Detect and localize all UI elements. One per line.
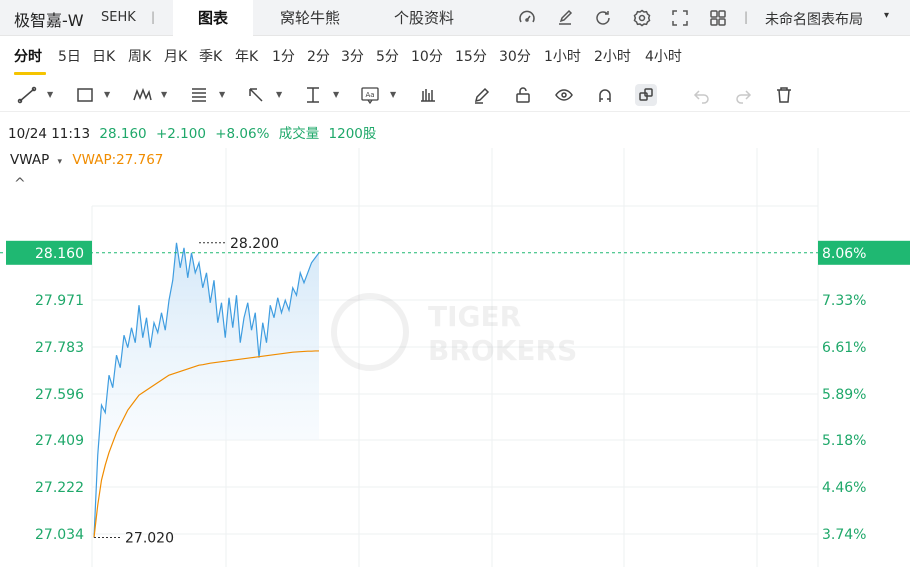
stock-exchange: SEHK: [101, 10, 136, 25]
price-area: [94, 242, 319, 538]
tab-warrants[interactable]: 窝轮牛熊: [258, 0, 362, 36]
period-daily[interactable]: 日K: [92, 46, 115, 66]
chevron-down-icon[interactable]: ▾: [884, 10, 889, 21]
period-30min[interactable]: 30分: [499, 46, 531, 66]
y-axis-left-tick: 27.222: [35, 480, 84, 496]
y-axis-left-tick: 27.409: [35, 433, 84, 449]
chevron-down-icon[interactable]: ▼: [47, 90, 53, 99]
y-axis-right-tick: 5.89%: [822, 387, 866, 403]
tab-profile[interactable]: 个股资料: [374, 0, 474, 36]
top-bar: 极智嘉-W SEHK | 图表 窝轮牛熊 个股资料 | 未命名图表布局 ▾: [0, 0, 910, 36]
separator: |: [744, 10, 749, 24]
period-4hour[interactable]: 4小时: [645, 46, 682, 66]
current-pct-label: 8.06%: [822, 246, 866, 262]
chevron-down-icon[interactable]: ▼: [219, 90, 225, 99]
y-axis-right-tick: 3.74%: [822, 527, 866, 543]
quote-change-pct: +8.06%: [215, 126, 270, 142]
magnet-icon[interactable]: [594, 84, 616, 106]
arrow-icon[interactable]: [245, 84, 267, 106]
drawing-toolbar: ▼ ▼ ▼ ▼ ▼ ▼ Aa ▼: [0, 78, 910, 112]
y-axis-right-tick: 5.18%: [822, 433, 866, 449]
period-weekly[interactable]: 周K: [128, 46, 151, 66]
period-10min[interactable]: 10分: [411, 46, 443, 66]
period-1hour[interactable]: 1小时: [544, 46, 581, 66]
rectangle-icon[interactable]: [74, 84, 96, 106]
undo-icon[interactable]: [691, 84, 713, 106]
tab-chart[interactable]: 图表: [173, 0, 253, 36]
text-note-icon[interactable]: Aa: [359, 84, 381, 106]
period-2min[interactable]: 2分: [307, 46, 330, 66]
price-chart[interactable]: TIGERBROKERS 28.200 27.020 28.160 8.06% 27.97…: [0, 146, 910, 567]
trend-line-icon[interactable]: [16, 84, 38, 106]
wave-icon[interactable]: [131, 84, 153, 106]
tab-profile-label: 个股资料: [393, 9, 454, 27]
period-15min[interactable]: 15分: [455, 46, 487, 66]
period-5day[interactable]: 5日: [58, 46, 81, 66]
period-selector: 分时 5日 日K 周K 月K 季K 年K 1分 2分 3分 5分 10分 15分…: [0, 38, 910, 75]
tab-warrants-label: 窝轮牛熊: [279, 9, 340, 27]
separator: |: [151, 10, 156, 24]
period-yearly[interactable]: 年K: [235, 46, 258, 66]
quote-price: 28.160: [99, 126, 147, 142]
y-axis-left-tick: 27.596: [35, 387, 84, 403]
watermark-line1: TIGER: [428, 300, 521, 333]
quote-info: 10/24 11:13 28.160 +2.100 +8.06% 成交量 120…: [8, 122, 381, 142]
tiger-logo-icon: [331, 293, 409, 371]
period-5min[interactable]: 5分: [376, 46, 399, 66]
fibonacci-icon[interactable]: [188, 84, 210, 106]
period-quarterly[interactable]: 季K: [199, 46, 222, 66]
chevron-down-icon[interactable]: ▼: [276, 90, 282, 99]
period-3min[interactable]: 3分: [341, 46, 364, 66]
chevron-down-icon[interactable]: ▼: [104, 90, 110, 99]
tab-chart-label: 图表: [197, 9, 228, 27]
y-axis-left-tick: 27.034: [35, 527, 84, 543]
eye-icon[interactable]: [553, 84, 575, 106]
trash-icon[interactable]: [773, 84, 795, 106]
indicator-legend: VWAP ▾ VWAP:27.767: [10, 152, 163, 168]
volume-value: 1200股: [328, 126, 377, 142]
redo-icon[interactable]: [732, 84, 754, 106]
svg-text:Aa: Aa: [366, 91, 375, 99]
vertical-measure-icon[interactable]: [302, 84, 324, 106]
low-label: 27.020: [125, 530, 174, 546]
current-price-label: 28.160: [35, 246, 84, 262]
layout-selector[interactable]: 未命名图表布局: [765, 9, 863, 29]
y-axis-right-tick: 4.46%: [822, 480, 866, 496]
volume-label: 成交量: [278, 126, 320, 142]
period-intraday[interactable]: 分时: [14, 46, 42, 66]
period-monthly[interactable]: 月K: [164, 46, 187, 66]
refresh-icon[interactable]: [593, 8, 613, 28]
edit-icon[interactable]: [555, 8, 575, 28]
stock-name[interactable]: 极智嘉-W: [14, 7, 84, 31]
chevron-down-icon[interactable]: ▼: [161, 90, 167, 99]
chevron-down-icon[interactable]: ▼: [333, 90, 339, 99]
period-1min[interactable]: 1分: [272, 46, 295, 66]
settings-icon[interactable]: [632, 8, 652, 28]
indicator-value: VWAP:27.767: [72, 152, 164, 168]
pen-icon[interactable]: [471, 84, 493, 106]
y-axis-left-tick: 27.783: [35, 340, 84, 356]
watermark: TIGERBROKERS: [331, 293, 577, 371]
active-period-indicator: [14, 72, 46, 75]
y-axis-right-tick: 6.61%: [822, 340, 866, 356]
collapse-icon[interactable]: ^: [14, 176, 26, 192]
chevron-down-icon[interactable]: ▾: [58, 157, 63, 167]
high-label: 28.200: [230, 236, 279, 252]
indicator-name[interactable]: VWAP: [10, 152, 49, 168]
link-icon[interactable]: [635, 84, 657, 106]
y-axis-right-tick: 7.33%: [822, 293, 866, 309]
y-axis-left-tick: 27.971: [35, 293, 84, 309]
quote-datetime: 10/24 11:13: [8, 126, 91, 142]
gauge-icon[interactable]: [517, 8, 537, 28]
lock-icon[interactable]: [512, 84, 534, 106]
period-2hour[interactable]: 2小时: [594, 46, 631, 66]
chevron-down-icon[interactable]: ▼: [390, 90, 396, 99]
fullscreen-icon[interactable]: [670, 8, 690, 28]
grid-layout-icon[interactable]: [708, 8, 728, 28]
watermark-line2: BROKERS: [428, 334, 577, 367]
quote-change: +2.100: [155, 126, 206, 142]
bar-pattern-icon[interactable]: [417, 84, 439, 106]
